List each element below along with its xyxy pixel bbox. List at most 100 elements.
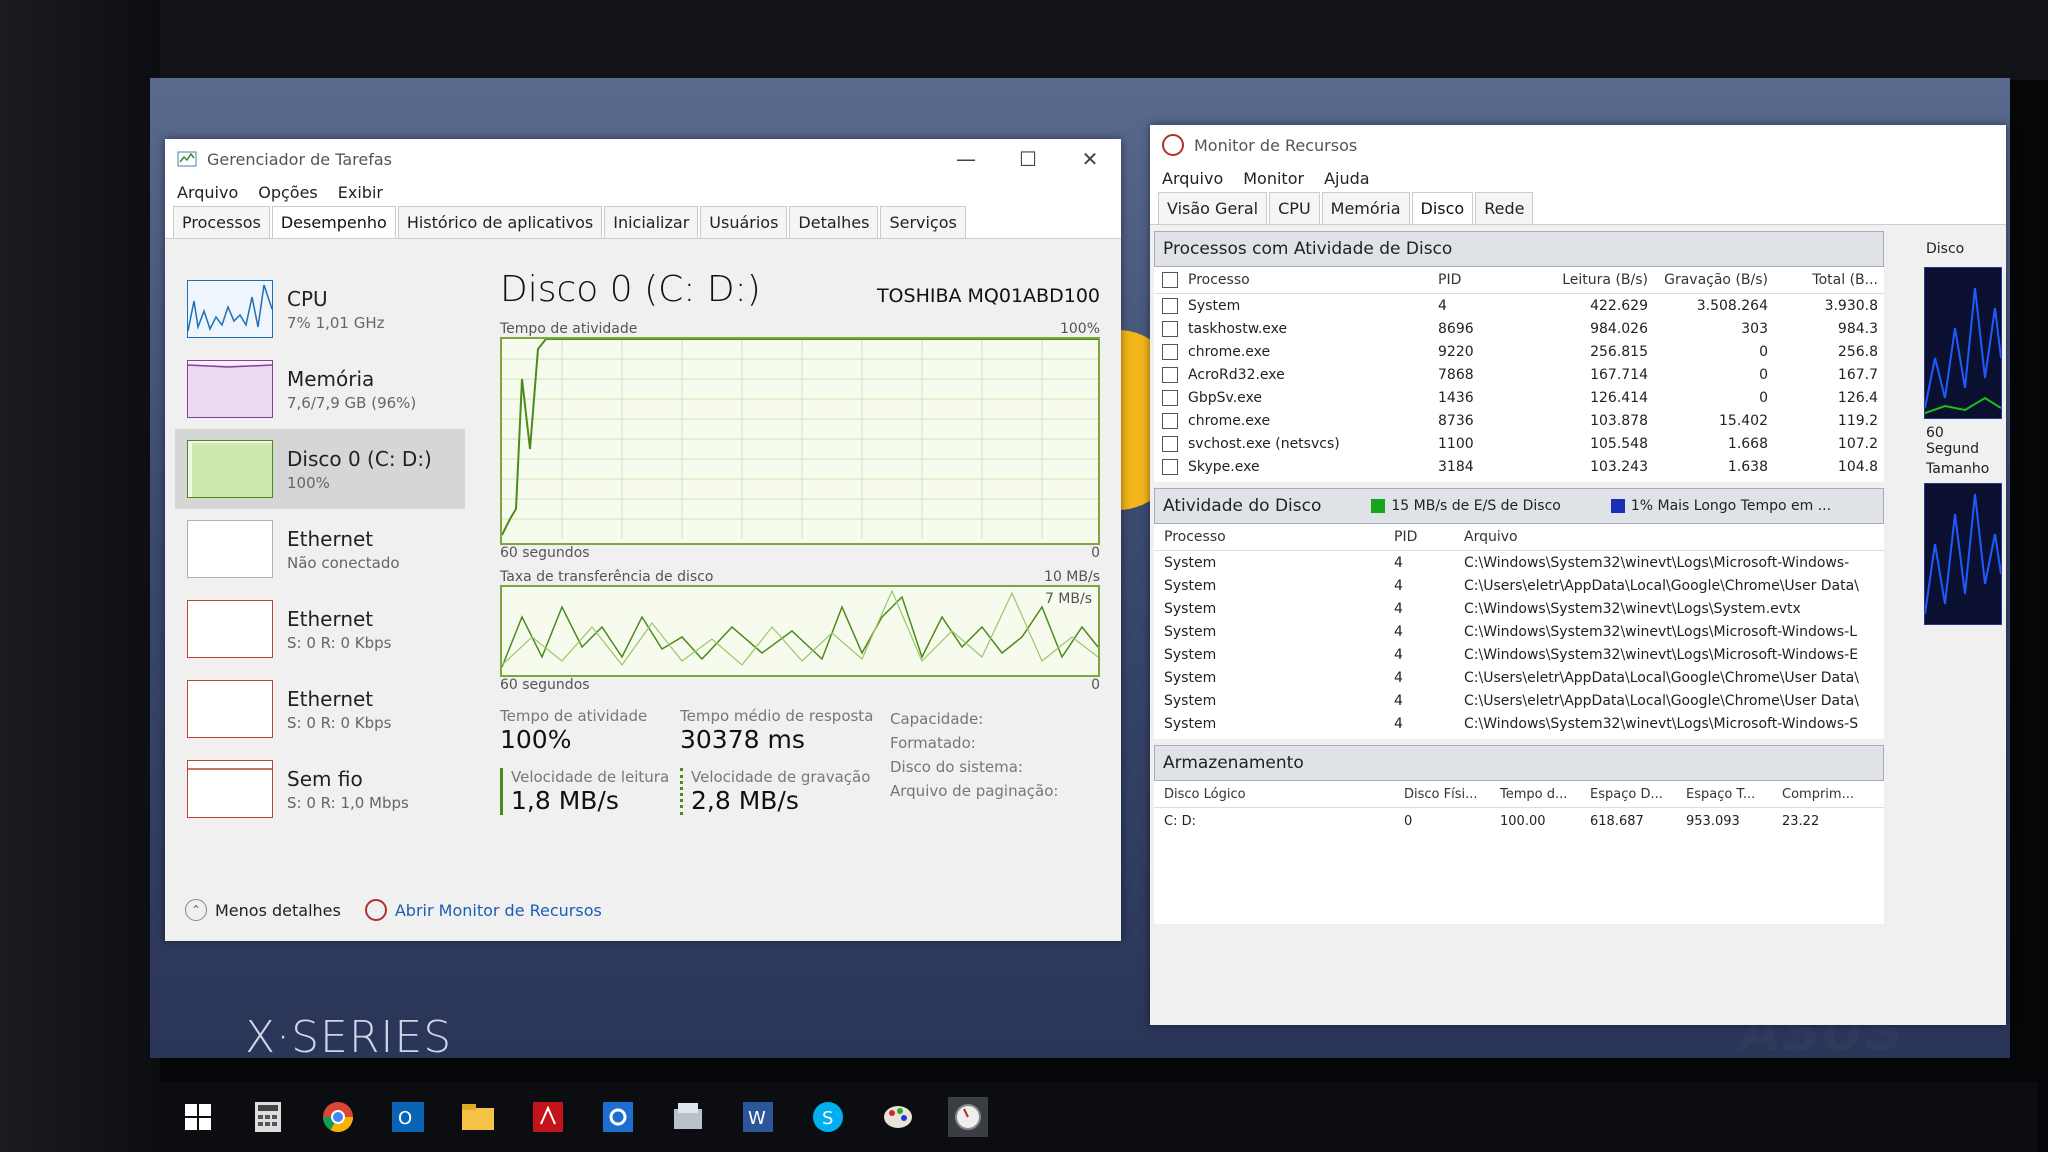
tab-visao-geral[interactable]: Visão Geral: [1158, 192, 1268, 224]
row-checkbox[interactable]: [1162, 320, 1178, 337]
stat-response-label: Tempo médio de resposta: [680, 707, 874, 725]
col-tempo[interactable]: Tempo d...: [1500, 787, 1590, 802]
row-checkbox[interactable]: [1162, 343, 1178, 360]
row-checkbox[interactable]: [1162, 389, 1178, 406]
open-resource-monitor-link[interactable]: Abrir Monitor de Recursos: [364, 899, 602, 921]
close-button[interactable]: ✕: [1059, 147, 1121, 171]
table-row[interactable]: System 4 422.629 3.508.264 3.930.8: [1154, 294, 1884, 317]
table-row[interactable]: Skype.exe 3184 103.243 1.638 104.8: [1154, 455, 1884, 478]
menu-exibir[interactable]: Exibir: [338, 183, 383, 202]
table-row[interactable]: System 4 C:\Windows\System32\winevt\Logs\S…: [1154, 597, 1884, 620]
col-arquivo[interactable]: Arquivo: [1464, 529, 1884, 545]
col-disco-logico[interactable]: Disco Lógico: [1154, 787, 1404, 802]
row-checkbox[interactable]: [1162, 458, 1178, 475]
col-total[interactable]: Total (B...: [1768, 272, 1878, 288]
row-checkbox[interactable]: [1162, 366, 1178, 383]
select-all-checkbox[interactable]: [1162, 272, 1178, 288]
section-storage[interactable]: Armazenamento: [1154, 745, 1884, 781]
windows-start-icon[interactable]: [178, 1097, 218, 1137]
tab-cpu[interactable]: CPU: [1269, 192, 1320, 224]
fewer-details-button[interactable]: ⌃ Menos detalhes: [185, 899, 341, 921]
cell-pid: 4: [1394, 554, 1403, 571]
menu-arquivo[interactable]: Arquivo: [1162, 169, 1223, 188]
word-icon[interactable]: W: [738, 1097, 778, 1137]
col-comprimento[interactable]: Comprim...: [1782, 787, 1878, 802]
settings-icon[interactable]: [598, 1097, 638, 1137]
resource-monitor-titlebar: Monitor de Recursos: [1150, 125, 2006, 165]
table-row[interactable]: GbpSv.exe 1436 126.414 0 126.4: [1154, 386, 1884, 409]
sidebar-item-ethernet-1[interactable]: Ethernet Não conectado: [175, 509, 465, 589]
tab-detalhes[interactable]: Detalhes: [789, 206, 879, 238]
menu-opcoes[interactable]: Opções: [258, 183, 318, 202]
col-processo[interactable]: Processo: [1188, 272, 1438, 288]
tab-servicos[interactable]: Serviços: [880, 206, 966, 238]
cell-pid: 4: [1394, 646, 1403, 663]
menu-ajuda[interactable]: Ajuda: [1324, 169, 1370, 188]
row-checkbox[interactable]: [1162, 435, 1178, 452]
table-row[interactable]: chrome.exe 8736 103.878 15.402 119.2: [1154, 409, 1884, 432]
sidebar-item-cpu[interactable]: CPU 7% 1,01 GHz: [175, 269, 465, 349]
file-explorer-icon[interactable]: [458, 1097, 498, 1137]
paint-icon[interactable]: [878, 1097, 918, 1137]
table-row[interactable]: System 4 C:\Users\eletr\AppData\Local\Goog…: [1154, 574, 1884, 597]
tab-disco[interactable]: Disco: [1411, 192, 1474, 224]
tab-rede[interactable]: Rede: [1475, 192, 1534, 224]
table-row[interactable]: System 4 C:\Windows\System32\winevt\Logs\M…: [1154, 620, 1884, 643]
sidebar-item-ethernet-3[interactable]: Ethernet S: 0 R: 0 Kbps: [175, 669, 465, 749]
transfer-rate-graph: 7 MB/s: [500, 585, 1100, 677]
cell-active-time: 100.00: [1500, 814, 1546, 829]
cell-process: taskhostw.exe: [1188, 320, 1288, 337]
graph1-max: 100%: [1059, 321, 1100, 337]
performance-sidebar: CPU 7% 1,01 GHz Memória 7,6/7,9 GB (96%)…: [175, 269, 465, 829]
tab-usuarios[interactable]: Usuários: [700, 206, 788, 238]
stats-area: Tempo de atividade 100% Velocidade de le…: [500, 707, 1100, 815]
section-process-disk-activity[interactable]: Processos com Atividade de Disco: [1154, 231, 1884, 267]
col-processo[interactable]: Processo: [1154, 529, 1394, 545]
col-leitura[interactable]: Leitura (B/s): [1528, 272, 1648, 288]
calculator-icon[interactable]: [248, 1097, 288, 1137]
table-row[interactable]: AcroRd32.exe 7868 167.714 0 167.7: [1154, 363, 1884, 386]
col-disco-fisico[interactable]: Disco Físi...: [1404, 787, 1500, 802]
tab-processos[interactable]: Processos: [173, 206, 270, 238]
table-row[interactable]: System 4 C:\Windows\System32\winevt\Logs\M…: [1154, 551, 1884, 574]
table-row[interactable]: chrome.exe 9220 256.815 0 256.8: [1154, 340, 1884, 363]
minimize-button[interactable]: —: [935, 147, 997, 171]
app-icon[interactable]: [668, 1097, 708, 1137]
skype-icon[interactable]: S: [808, 1097, 848, 1137]
section-disk-activity[interactable]: Atividade do Disco 15 MB/s de E/S de Dis…: [1154, 488, 1884, 524]
sidebar-item-label: Ethernet: [287, 606, 374, 631]
tab-historico[interactable]: Histórico de aplicativos: [397, 206, 603, 238]
col-pid[interactable]: PID: [1394, 529, 1464, 545]
table-row[interactable]: System 4 C:\Windows\System32\winevt\Logs\M…: [1154, 712, 1884, 735]
tab-memoria[interactable]: Memória: [1321, 192, 1410, 224]
table-row[interactable]: System 4 C:\Windows\System32\winevt\Logs\M…: [1154, 643, 1884, 666]
col-espaco-total[interactable]: Espaço T...: [1686, 787, 1782, 802]
maximize-button[interactable]: ☐: [997, 147, 1059, 171]
tab-desempenho[interactable]: Desempenho: [271, 206, 396, 238]
row-checkbox[interactable]: [1162, 412, 1178, 429]
chrome-icon[interactable]: [318, 1097, 358, 1137]
table-row[interactable]: taskhostw.exe 8696 984.026 303 984.3: [1154, 317, 1884, 340]
cell-total: 3.930.8: [1824, 297, 1878, 314]
sidebar-item-ethernet-2[interactable]: Ethernet S: 0 R: 0 Kbps: [175, 589, 465, 669]
sidebar-item-disco[interactable]: Disco 0 (C: D:) 100%: [175, 429, 465, 509]
graph1-label: Tempo de atividade: [500, 321, 638, 337]
taskbar: O W S: [160, 1082, 2038, 1152]
col-pid[interactable]: PID: [1438, 272, 1528, 288]
sidebar-item-sem-fio[interactable]: Sem fio S: 0 R: 1,0 Mbps: [175, 749, 465, 829]
table-row[interactable]: System 4 C:\Users\eletr\AppData\Local\Goog…: [1154, 666, 1884, 689]
menu-monitor[interactable]: Monitor: [1243, 169, 1304, 188]
outlook-icon[interactable]: O: [388, 1097, 428, 1137]
acrobat-icon[interactable]: [528, 1097, 568, 1137]
tab-inicializar[interactable]: Inicializar: [604, 206, 699, 238]
table-row[interactable]: System 4 C:\Users\eletr\AppData\Local\Goog…: [1154, 689, 1884, 712]
row-checkbox[interactable]: [1162, 297, 1178, 314]
resource-monitor-icon[interactable]: [948, 1097, 988, 1137]
table-row[interactable]: C: D: 0 100.00 618.687 953.093 23.22: [1154, 808, 1884, 924]
col-gravacao[interactable]: Gravação (B/s): [1648, 272, 1768, 288]
sidebar-item-memoria[interactable]: Memória 7,6/7,9 GB (96%): [175, 349, 465, 429]
menu-arquivo[interactable]: Arquivo: [177, 183, 238, 202]
col-espaco-disponivel[interactable]: Espaço D...: [1590, 787, 1686, 802]
cell-process: System: [1164, 623, 1217, 640]
table-row[interactable]: svchost.exe (netsvcs) 1100 105.548 1.668 107…: [1154, 432, 1884, 455]
